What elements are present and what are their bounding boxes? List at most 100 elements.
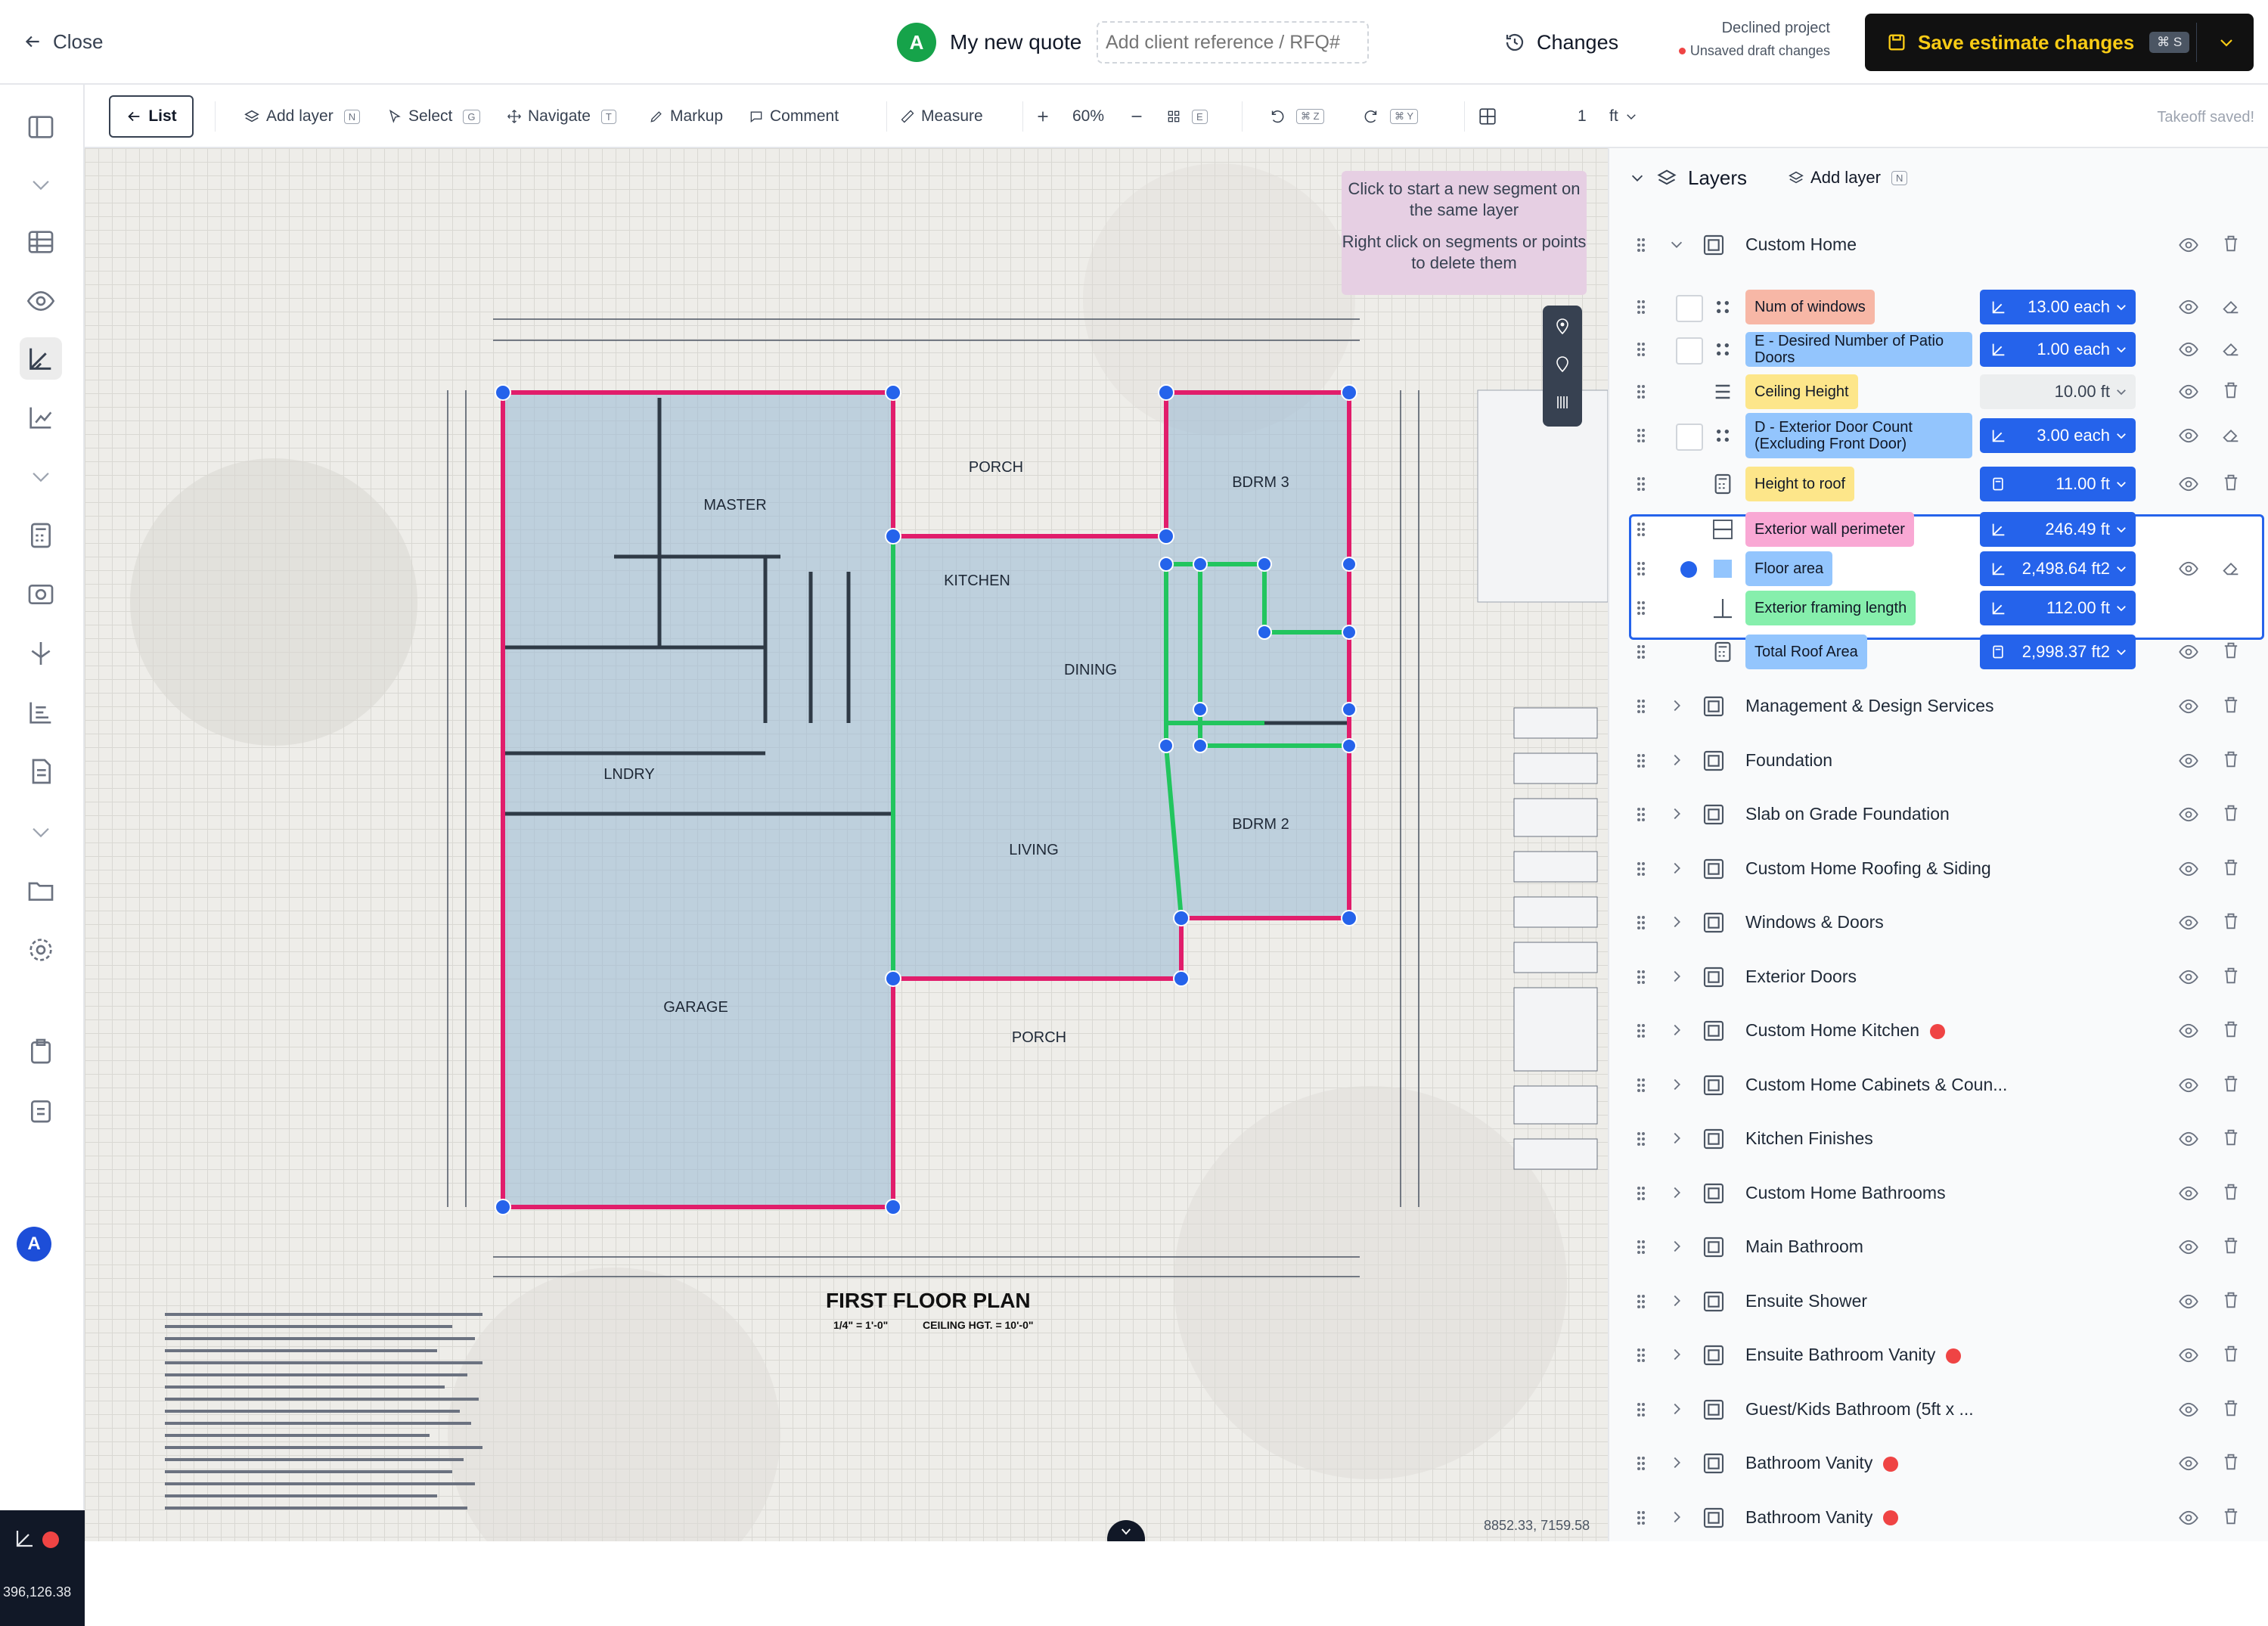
zoom-out-button[interactable] bbox=[1128, 100, 1145, 133]
drag-handle-icon[interactable] bbox=[1637, 861, 1646, 877]
layer-group[interactable]: Custom Home Bathrooms bbox=[1632, 1172, 2262, 1215]
layer-item[interactable]: Height to roof 11.00 ft bbox=[1632, 463, 2262, 505]
markup-tool[interactable]: Markup bbox=[649, 100, 723, 133]
layer-item[interactable]: Floor area 2,498.64 ft2 bbox=[1632, 548, 2262, 590]
blueprint-canvas[interactable]: PORCH MASTER BDRM 3 KITCHEN DINING LNDRY… bbox=[85, 148, 1608, 1541]
drag-handle-icon[interactable] bbox=[1637, 1294, 1646, 1309]
drag-handle-icon[interactable] bbox=[1637, 428, 1646, 443]
changes-button[interactable]: Changes bbox=[1503, 24, 1618, 61]
add-layer-button[interactable]: Add layer N bbox=[1788, 168, 1908, 188]
eye-icon[interactable] bbox=[2178, 1399, 2199, 1420]
drag-handle-icon[interactable] bbox=[1637, 1510, 1646, 1525]
eye-icon[interactable] bbox=[2178, 750, 2199, 771]
chevron-right-icon[interactable] bbox=[1668, 1184, 1685, 1201]
trash-icon[interactable] bbox=[2220, 1073, 2242, 1094]
layer-item-label[interactable]: Ceiling Height bbox=[1745, 374, 1858, 409]
layer-item[interactable]: D - Exterior Door Count (Excluding Front… bbox=[1632, 413, 2262, 458]
layer-group[interactable]: Exterior Doors bbox=[1632, 956, 2262, 998]
layer-group[interactable]: Bathroom Vanity bbox=[1632, 1442, 2262, 1485]
layer-item-label[interactable]: D - Exterior Door Count (Excluding Front… bbox=[1745, 413, 1972, 458]
layer-item-label[interactable]: Exterior framing length bbox=[1745, 591, 1916, 625]
scale-value[interactable]: 1 bbox=[1578, 100, 1587, 133]
layer-item[interactable]: Num of windows 13.00 each bbox=[1632, 286, 2262, 328]
chevron-right-icon[interactable] bbox=[1668, 1292, 1685, 1309]
trash-icon[interactable] bbox=[2220, 1127, 2242, 1148]
drag-handle-icon[interactable] bbox=[1637, 1078, 1646, 1093]
layer-group-custom-home[interactable]: Custom Home bbox=[1632, 224, 2262, 266]
drag-handle-icon[interactable] bbox=[1637, 1186, 1646, 1201]
select-tool[interactable]: Select G bbox=[387, 100, 480, 133]
layer-group[interactable]: Windows & Doors bbox=[1632, 901, 2262, 944]
layer-checkbox[interactable] bbox=[1676, 424, 1703, 451]
trash-icon[interactable] bbox=[2220, 233, 2242, 254]
pin-outline-icon[interactable] bbox=[1553, 355, 1571, 374]
layer-group[interactable]: Management & Design Services bbox=[1632, 685, 2262, 728]
drag-handle-icon[interactable] bbox=[1637, 1456, 1646, 1471]
eye-icon[interactable] bbox=[2178, 558, 2199, 579]
drag-handle-icon[interactable] bbox=[1637, 1240, 1646, 1255]
client-reference-input[interactable] bbox=[1097, 21, 1369, 64]
layer-group[interactable]: Guest/Kids Bathroom (5ft x ... bbox=[1632, 1389, 2262, 1431]
trash-icon[interactable] bbox=[2220, 1289, 2242, 1311]
layer-item-label[interactable]: Total Roof Area bbox=[1745, 635, 1867, 669]
trash-icon[interactable] bbox=[2220, 640, 2242, 661]
trash-icon[interactable] bbox=[2220, 1235, 2242, 1256]
ruler-bars-icon[interactable] bbox=[1553, 393, 1571, 411]
drag-handle-icon[interactable] bbox=[1637, 753, 1646, 768]
trash-icon[interactable] bbox=[2220, 749, 2242, 770]
comment-tool[interactable]: Comment bbox=[749, 100, 839, 133]
document-icon[interactable] bbox=[20, 750, 62, 793]
eye-icon[interactable] bbox=[20, 280, 62, 322]
eye-icon[interactable] bbox=[2178, 967, 2199, 988]
layout-button[interactable] bbox=[1478, 100, 1497, 133]
layer-item[interactable]: Ceiling Height 10.00 ft bbox=[1632, 371, 2262, 413]
layer-group[interactable]: Bathroom Vanity bbox=[1632, 1497, 2262, 1539]
chevron-right-icon[interactable] bbox=[1668, 1454, 1685, 1471]
eye-icon[interactable] bbox=[2178, 641, 2199, 663]
trash-icon[interactable] bbox=[2220, 380, 2242, 401]
chevron-right-icon[interactable] bbox=[1668, 1401, 1685, 1417]
chevron-down-icon[interactable] bbox=[20, 455, 62, 498]
add-layer-tool[interactable]: Add layer N bbox=[244, 100, 361, 133]
takeoff-icon[interactable] bbox=[20, 337, 62, 380]
chevron-right-icon[interactable] bbox=[1668, 1346, 1685, 1363]
selected-radio-icon[interactable] bbox=[1680, 561, 1697, 578]
drag-handle-icon[interactable] bbox=[1637, 561, 1646, 576]
trash-icon[interactable] bbox=[2220, 965, 2242, 986]
layer-group[interactable]: Main Bathroom bbox=[1632, 1226, 2262, 1268]
layer-quantity[interactable]: 11.00 ft bbox=[1980, 467, 2136, 501]
trash-icon[interactable] bbox=[2220, 1506, 2242, 1527]
eye-icon[interactable] bbox=[2178, 1075, 2199, 1096]
chart-edit-icon[interactable] bbox=[20, 396, 62, 439]
zoom-in-button[interactable] bbox=[1035, 100, 1051, 133]
list-chart-icon[interactable] bbox=[20, 691, 62, 734]
chevron-down-icon[interactable] bbox=[20, 163, 62, 206]
trash-icon[interactable] bbox=[2220, 694, 2242, 715]
gear-icon[interactable] bbox=[20, 929, 62, 971]
clipboard-icon[interactable] bbox=[20, 1030, 62, 1072]
chevron-down-icon[interactable] bbox=[20, 811, 62, 853]
layer-quantity[interactable]: 112.00 ft bbox=[1980, 591, 2136, 625]
drag-handle-icon[interactable] bbox=[1637, 237, 1646, 253]
layer-quantity[interactable]: 13.00 each bbox=[1980, 290, 2136, 324]
calculator-icon[interactable] bbox=[20, 514, 62, 557]
chevron-right-icon[interactable] bbox=[1668, 860, 1685, 877]
chevron-right-icon[interactable] bbox=[1668, 1238, 1685, 1255]
layer-item-label[interactable]: Num of windows bbox=[1745, 290, 1875, 324]
chevron-down-icon[interactable] bbox=[2217, 33, 2235, 51]
drag-handle-icon[interactable] bbox=[1637, 342, 1646, 357]
eye-icon[interactable] bbox=[2178, 1453, 2199, 1474]
trash-icon[interactable] bbox=[2220, 1019, 2242, 1040]
eye-icon[interactable] bbox=[2178, 1507, 2199, 1528]
layer-item[interactable]: Total Roof Area 2,998.37 ft2 bbox=[1632, 631, 2262, 673]
chevron-right-icon[interactable] bbox=[1668, 914, 1685, 930]
drag-handle-icon[interactable] bbox=[1637, 299, 1646, 315]
layer-item-label[interactable]: Floor area bbox=[1745, 551, 1833, 586]
chevron-right-icon[interactable] bbox=[1668, 697, 1685, 714]
layer-quantity[interactable]: 2,498.64 ft2 bbox=[1980, 551, 2136, 586]
layer-quantity[interactable]: 2,998.37 ft2 bbox=[1980, 635, 2136, 669]
user-avatar[interactable]: A bbox=[17, 1227, 51, 1261]
eye-icon[interactable] bbox=[2178, 473, 2199, 495]
layer-quantity[interactable]: 3.00 each bbox=[1980, 418, 2136, 453]
drag-handle-icon[interactable] bbox=[1637, 970, 1646, 985]
